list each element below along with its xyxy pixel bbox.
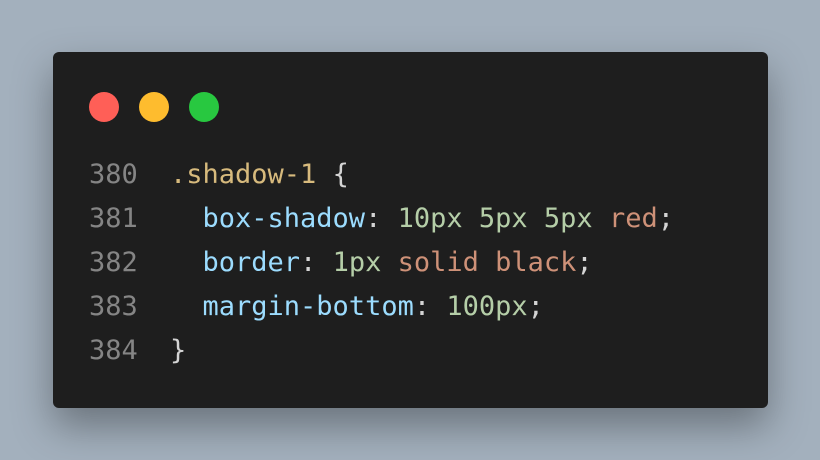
code-token: solid black xyxy=(397,247,577,278)
line-number: 381 xyxy=(89,203,138,234)
code-line: 382 border: 1px solid black; xyxy=(89,244,674,288)
code-token: margin-bottom xyxy=(170,291,414,322)
minimize-button[interactable] xyxy=(139,92,169,122)
line-content: margin-bottom: 100px; xyxy=(170,288,544,332)
window-controls xyxy=(89,92,219,122)
code-token: border xyxy=(170,247,301,278)
close-button[interactable] xyxy=(89,92,119,122)
code-token: ; xyxy=(527,291,544,322)
code-token: : xyxy=(365,203,398,234)
code-token: .shadow-1 xyxy=(170,159,317,190)
code-block: 380 .shadow-1 { 381 box-shadow: 10px 5px… xyxy=(89,156,674,376)
code-token: 1px xyxy=(332,247,382,278)
code-token: } xyxy=(170,335,187,366)
line-number: 384 xyxy=(89,335,138,366)
code-line: 383 margin-bottom: 100px; xyxy=(89,288,674,332)
code-token: box-shadow xyxy=(170,203,366,234)
code-token: 10px 5px 5px xyxy=(397,203,593,234)
line-number: 380 xyxy=(89,159,138,190)
code-token: ; xyxy=(657,203,674,234)
code-token: : xyxy=(413,291,447,322)
code-line: 384 } xyxy=(89,332,674,376)
code-line: 380 .shadow-1 { xyxy=(89,156,674,200)
code-line: 381 box-shadow: 10px 5px 5px red; xyxy=(89,200,674,244)
code-token: 100px xyxy=(446,291,528,322)
code-token: red xyxy=(608,203,658,234)
line-content: border: 1px solid black; xyxy=(170,244,593,288)
code-token: : xyxy=(300,247,333,278)
line-content: } xyxy=(170,332,186,376)
line-number: 382 xyxy=(89,247,138,278)
code-window: 380 .shadow-1 { 381 box-shadow: 10px 5px… xyxy=(53,52,768,408)
code-token: { xyxy=(316,159,349,190)
code-token: ; xyxy=(576,247,593,278)
line-content: .shadow-1 { xyxy=(170,156,349,200)
maximize-button[interactable] xyxy=(189,92,219,122)
line-content: box-shadow: 10px 5px 5px red; xyxy=(170,200,674,244)
line-number: 383 xyxy=(89,291,138,322)
